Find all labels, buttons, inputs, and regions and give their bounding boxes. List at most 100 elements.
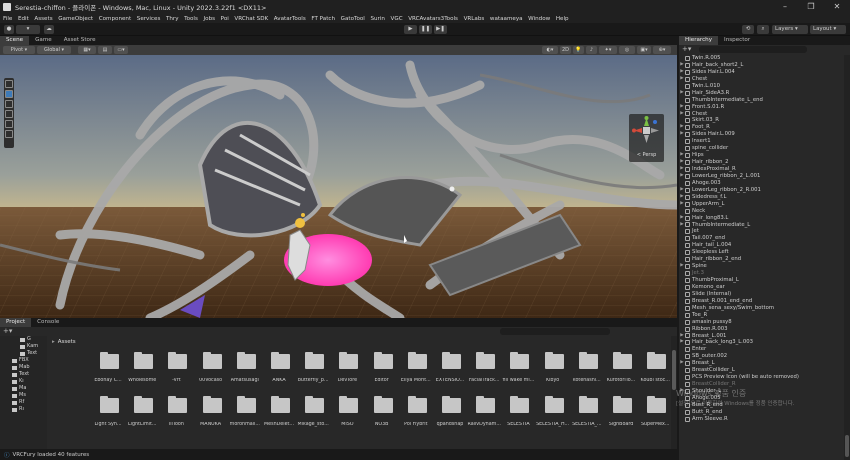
hierarchy-item[interactable]: ▶ Hair_back_short2_L: [679, 62, 844, 69]
menu-item-tools[interactable]: Tools: [184, 16, 198, 22]
gizmos-icon[interactable]: ⊕▾: [653, 46, 671, 54]
hierarchy-item[interactable]: ▶ Hair_SideA3.R: [679, 90, 844, 97]
hierarchy-item[interactable]: Arm Sleeve.R: [679, 416, 844, 423]
folder-tree-item[interactable]: G: [0, 336, 47, 343]
folder-tree-item[interactable]: Ms: [0, 392, 47, 399]
asset-folder[interactable]: -Vrt: [160, 352, 192, 386]
orientation-gizmo[interactable]: < Persp: [629, 114, 664, 162]
menu-item-surin[interactable]: Surin: [370, 16, 385, 22]
asset-folder[interactable]: LightLimit...: [126, 396, 158, 430]
hierarchy-item[interactable]: ▶ Hair_back_long3_L.003: [679, 339, 844, 346]
menu-item-ft-patch[interactable]: FT Patch: [311, 16, 335, 22]
asset-folder[interactable]: DevTore: [331, 352, 363, 386]
asset-folder[interactable]: fill wake mi...: [502, 352, 534, 386]
camera-icon[interactable]: ▣▾: [637, 46, 651, 54]
menu-item-assets[interactable]: Assets: [34, 16, 52, 22]
hierarchy-item[interactable]: ▶ Hips: [679, 152, 844, 159]
hierarchy-item[interactable]: ▶ Breast_L.001: [679, 333, 844, 340]
tab-console[interactable]: Console: [31, 318, 65, 327]
play-button[interactable]: ▶: [404, 25, 417, 34]
asset-folder[interactable]: EXTENSIO...: [434, 352, 466, 386]
menu-item-wataameya[interactable]: wataameya: [490, 16, 523, 22]
menu-item-edit[interactable]: Edit: [18, 16, 29, 22]
hierarchy-item[interactable]: ▶ Chest: [679, 111, 844, 118]
asset-folder[interactable]: MISO: [331, 396, 363, 430]
menu-item-gameobject[interactable]: GameObject: [58, 16, 93, 22]
hierarchy-item[interactable]: Toe_R: [679, 312, 844, 319]
hierarchy-scrollbar[interactable]: [844, 55, 850, 460]
asset-folder[interactable]: morohmali...: [229, 396, 261, 430]
edit-dropdown[interactable]: ▾: [16, 25, 40, 34]
snap-increment-button[interactable]: ▤: [98, 46, 112, 54]
menu-item-services[interactable]: Services: [137, 16, 161, 22]
move-tool-icon[interactable]: [5, 90, 13, 98]
hierarchy-item[interactable]: ▶ UpperArm_L: [679, 201, 844, 208]
project-search-input[interactable]: [500, 328, 610, 335]
folder-tree-item[interactable]: Text: [0, 350, 47, 357]
rotate-tool-icon[interactable]: [5, 100, 13, 108]
folder-tree-item[interactable]: Ma: [0, 385, 47, 392]
asset-folder[interactable]: kotenashi...: [571, 352, 603, 386]
asset-folder[interactable]: Editor: [366, 352, 398, 386]
audio-icon[interactable]: ♪: [586, 46, 597, 54]
asset-folder[interactable]: SELESTIA_...: [571, 396, 603, 430]
tab-hierarchy[interactable]: Hierarchy: [679, 36, 719, 45]
history-icon[interactable]: ⟲: [742, 25, 754, 34]
hierarchy-item[interactable]: Insert1: [679, 138, 844, 145]
hierarchy-item[interactable]: SB_outer.002: [679, 353, 844, 360]
asset-folder[interactable]: Amatsusagi: [229, 352, 261, 386]
hierarchy-item[interactable]: PCS Preview Icon (will be auto removed): [679, 374, 844, 381]
asset-folder[interactable]: KurotoriTo...: [605, 352, 637, 386]
asset-folder[interactable]: butterfly_p...: [297, 352, 329, 386]
hierarchy-item[interactable]: ▶ ThumbIntermediate_L: [679, 222, 844, 229]
lighting-icon[interactable]: 💡: [573, 46, 584, 54]
hierarchy-item[interactable]: Ribbon.R.003: [679, 326, 844, 333]
asset-folder[interactable]: SuperMex...: [639, 396, 670, 430]
render-mode-button[interactable]: ▭▾: [114, 46, 128, 54]
menu-item-component[interactable]: Component: [99, 16, 131, 22]
asset-folder[interactable]: Ebonay C...: [92, 352, 124, 386]
hierarchy-item[interactable]: Ahoge.003: [679, 180, 844, 187]
hierarchy-item[interactable]: ThumbProximal_L: [679, 277, 844, 284]
tab-project[interactable]: Project: [0, 318, 32, 327]
hierarchy-item[interactable]: ▶ Hair_long83.L: [679, 215, 844, 222]
menu-item-gatotool[interactable]: GatoTool: [341, 16, 365, 22]
hierarchy-item[interactable]: ▶ LowerLeg_ribbon_2_R.001: [679, 187, 844, 194]
asset-folder[interactable]: Koubi stoc...: [639, 352, 670, 386]
asset-folder[interactable]: Light Syn...: [92, 396, 124, 430]
hierarchy-item[interactable]: Hair_tail_L.004: [679, 242, 844, 249]
minimize-button[interactable]: –: [772, 0, 798, 14]
asset-folder[interactable]: SELESTIA: [502, 396, 534, 430]
menu-item-thry[interactable]: Thry: [166, 16, 179, 22]
scale-tool-icon[interactable]: [5, 110, 13, 118]
breadcrumb-assets[interactable]: Assets: [58, 339, 76, 345]
pivot-dropdown[interactable]: Pivot ▾: [3, 46, 35, 54]
asset-folder[interactable]: Mikage_sto...: [297, 396, 329, 430]
hierarchy-item[interactable]: Enter: [679, 346, 844, 353]
asset-folder[interactable]: Eliya Morit...: [400, 352, 432, 386]
rect-tool-icon[interactable]: [5, 120, 13, 128]
hierarchy-item[interactable]: ▶ Front.S.01.R: [679, 104, 844, 111]
folder-tree-item[interactable]: Kı: [0, 378, 47, 385]
hierarchy-item[interactable]: Sleepless Left: [679, 249, 844, 256]
scene-viewport[interactable]: < Persp: [0, 55, 677, 318]
hidden-objects-icon[interactable]: ◎: [619, 46, 635, 54]
hierarchy-item[interactable]: Tail.007_end: [679, 235, 844, 242]
menu-item-vrchat-sdk[interactable]: VRChat SDK: [234, 16, 268, 22]
asset-folder[interactable]: Wholesome: [126, 352, 158, 386]
hierarchy-item[interactable]: ▶ Sidedress_f.L: [679, 194, 844, 201]
hierarchy-item[interactable]: BreastCollider_R: [679, 381, 844, 388]
effects-icon[interactable]: ✦▾: [599, 46, 617, 54]
menu-item-poi[interactable]: Poi: [221, 16, 229, 22]
hierarchy-search-input[interactable]: [699, 46, 807, 53]
asset-folder[interactable]: Kibyo: [537, 352, 569, 386]
asset-folder[interactable]: qpandsnap: [434, 396, 466, 430]
layout-dropdown[interactable]: Layout ▾: [810, 25, 846, 34]
hierarchy-item[interactable]: Mesh_sena_sexy/Swim_bottom: [679, 305, 844, 312]
hierarchy-item[interactable]: Jet: [679, 228, 844, 235]
menu-item-vgc[interactable]: VGC: [391, 16, 403, 22]
search-icon[interactable]: ⌕: [757, 25, 769, 34]
toggle-2d-button[interactable]: 2D: [560, 46, 571, 54]
folder-tree-item[interactable]: Mab: [0, 364, 47, 371]
hierarchy-item[interactable]: Twin.L.010: [679, 83, 844, 90]
